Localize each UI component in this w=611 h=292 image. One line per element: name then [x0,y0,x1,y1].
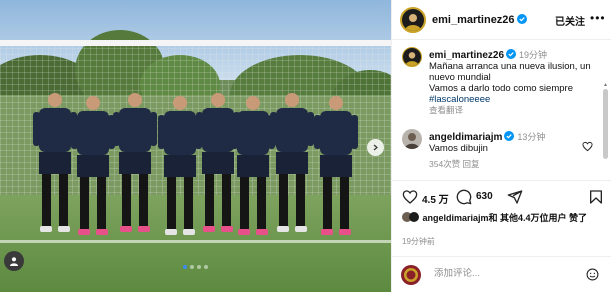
comment-input[interactable] [434,268,584,279]
author-avatar[interactable] [400,7,426,33]
share-icon[interactable] [507,189,523,205]
caption-line-2: Vamos a darlo todo como siempre [429,83,573,94]
comment-count[interactable]: 630 [476,191,493,202]
carousel-dots [183,265,208,269]
carousel-dot [190,265,194,269]
post-photo[interactable] [0,0,391,292]
comment-bar [392,256,611,292]
follow-status-button[interactable]: 已关注 [555,13,585,28]
like-count[interactable]: 4.5 万 [422,191,449,206]
more-icon[interactable]: ••• [590,11,606,25]
caption-line-1: Mañana arranca una nueva ilusion, un nue… [429,61,591,83]
liker-avatar [409,212,419,222]
user-tag-icon[interactable] [4,251,24,271]
post-time: 19分钟前 [402,237,435,246]
bookmark-icon[interactable] [588,189,604,205]
verified-badge-icon [516,14,527,24]
comments-list: emi_martinez26 19分钟 Mañana arranca una nu… [392,40,608,190]
comment-body: Vamos dibujin [429,143,488,154]
carousel-dot [197,265,201,269]
caption-time: 19分钟 [519,50,548,60]
commenter-username[interactable]: angeldimariajm [429,132,502,143]
carousel-next-button[interactable] [367,139,384,156]
carousel-dot [183,265,187,269]
chevron-right-icon [373,144,378,151]
carousel-dot [204,265,208,269]
author-username[interactable]: emi_martinez26 [432,14,527,26]
liked-by-text: angeldimariajm和 其他4.4万位用户 赞了 [422,213,588,223]
comment-time: 13分钟 [517,132,546,142]
verified-badge-icon [504,131,515,141]
team-photo-scene [0,0,391,292]
verified-badge-icon [506,49,517,59]
caption-username[interactable]: emi_martinez26 [429,50,504,61]
comments-scrollbar[interactable] [603,89,608,159]
commenter-avatar[interactable] [402,129,422,149]
emoji-icon[interactable] [586,268,599,281]
heart-icon[interactable] [402,189,418,205]
caption-text: emi_martinez26 19分钟 Mañana arranca una nu… [429,49,601,116]
comment-meta[interactable]: 354次赞 回复 [429,159,579,170]
scroll-up-arrow[interactable]: ▲ [603,82,608,88]
liked-by[interactable]: angeldimariajm和 其他4.4万位用户 赞了 [402,212,607,224]
comment-icon[interactable] [456,189,472,205]
post-side-panel: emi_martinez26 已关注 ••• emi_martinez26 19分… [391,0,611,292]
post-header: emi_martinez26 已关注 ••• [392,0,611,40]
comment-text: angeldimariajm 13分钟 Vamos dibujin 354次赞 回… [429,131,579,170]
caption-avatar[interactable] [402,47,422,67]
current-user-avatar [401,265,421,285]
post-actions: 4.5 万 630 [392,180,611,212]
see-translation-link[interactable]: 查看翻译 [429,105,463,115]
comment-heart-icon[interactable] [582,141,593,152]
caption-hashtag[interactable]: #lascaloneeee [429,94,490,105]
